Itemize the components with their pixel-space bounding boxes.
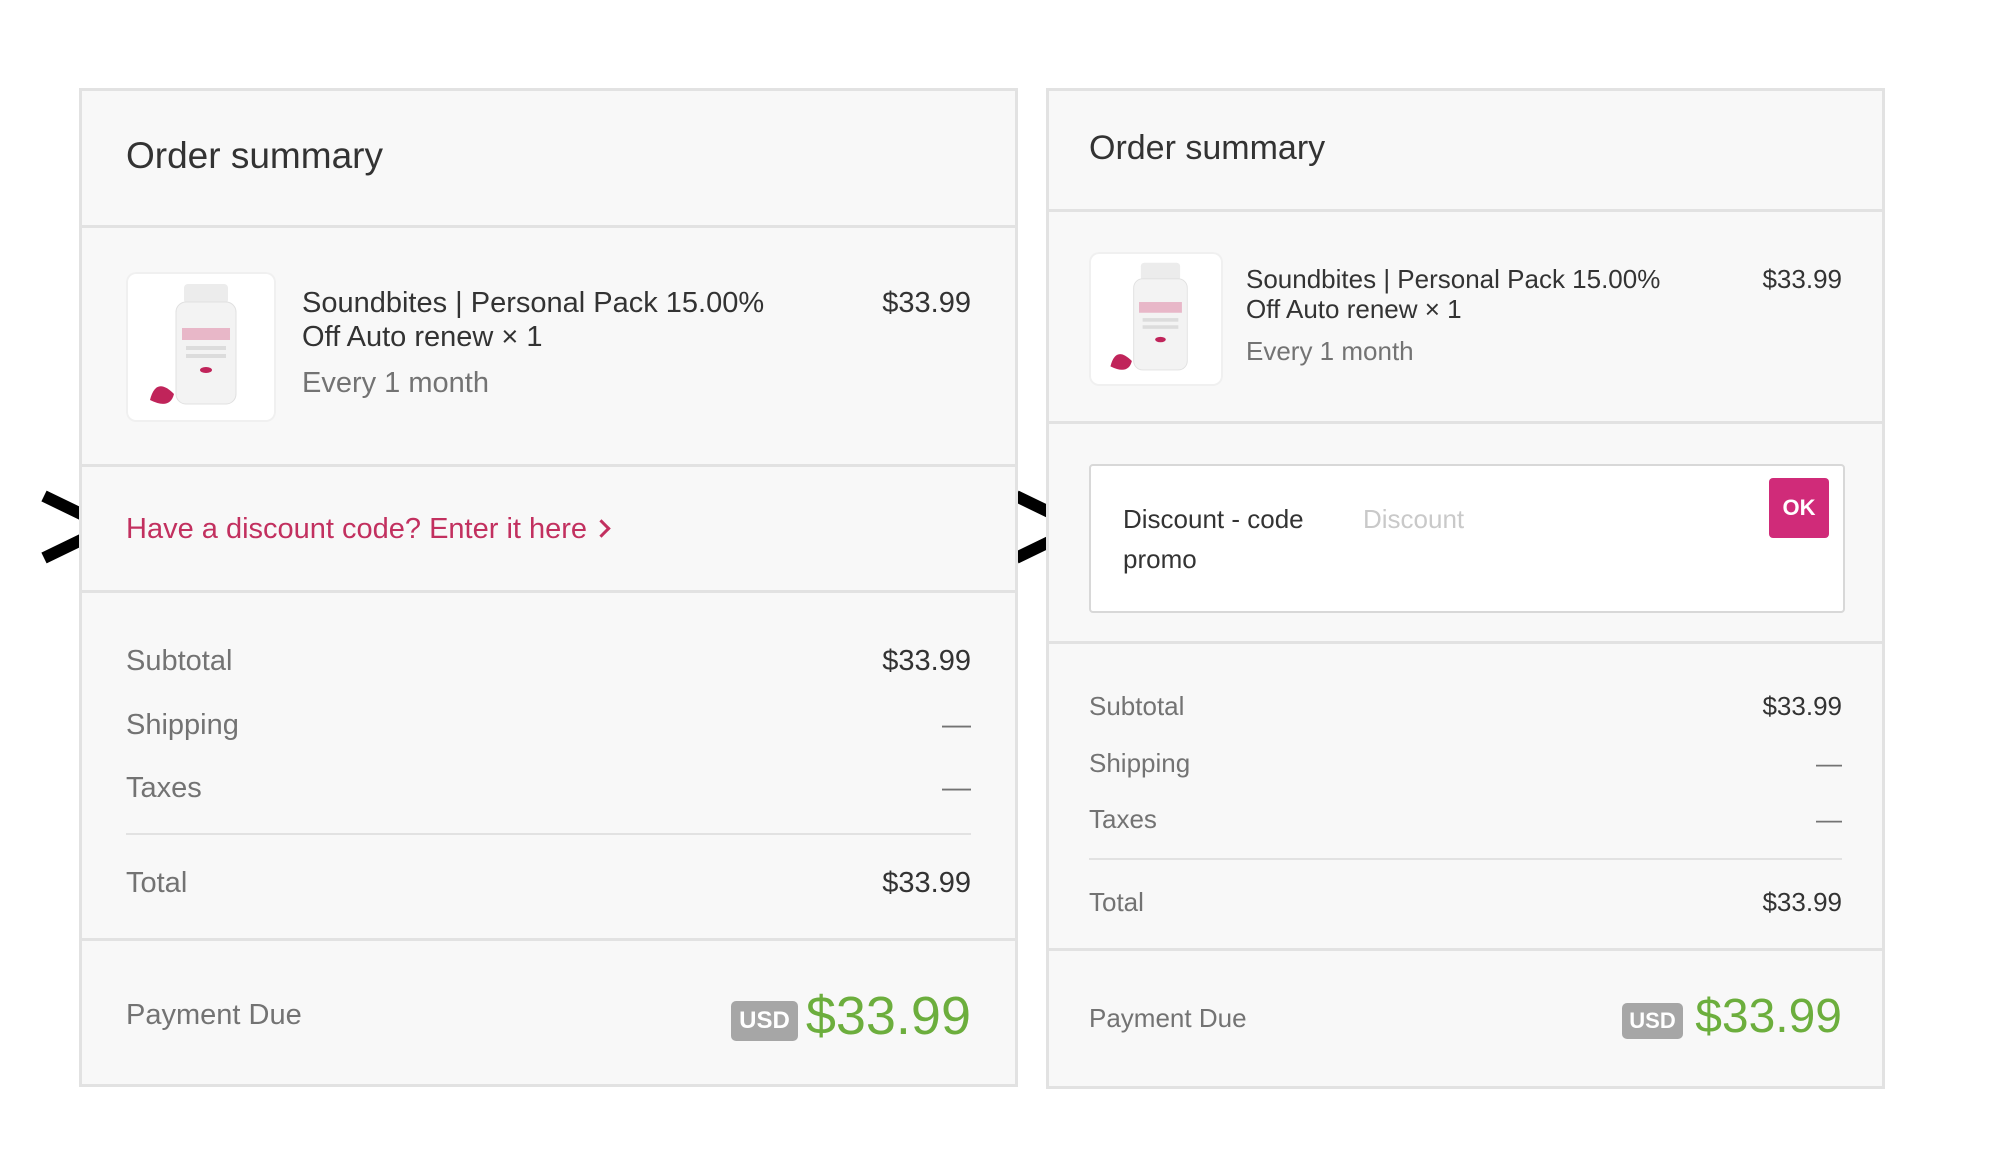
subtotal-label: Subtotal — [1089, 691, 1185, 721]
subtotal-label: Subtotal — [126, 645, 233, 677]
order-summary-panel-left: Order summary Soundbites | Personal Pack… — [79, 88, 1018, 1087]
cost-summary-section: Subtotal $33.99 Shipping — Taxes — Total… — [82, 593, 1015, 941]
discount-input[interactable]: Discount — [1363, 504, 1653, 535]
product-line-section: Soundbites | Personal Pack 15.00% Off Au… — [82, 228, 1015, 467]
payment-due-section: Payment Due USD $33.99 — [82, 941, 1015, 1087]
product-line-section: Soundbites | Personal Pack 15.00% Off Au… — [1049, 212, 1882, 424]
taxes-value: — — [1816, 804, 1842, 834]
taxes-value: — — [942, 772, 971, 804]
page-title: Order summary — [126, 135, 383, 176]
total-value: $33.99 — [1762, 887, 1842, 917]
order-summary-header: Order summary — [82, 91, 1015, 228]
discount-section: Have a discount code? Enter it here — [82, 467, 1015, 593]
payment-due-label: Payment Due — [1089, 1003, 1247, 1033]
shipping-label: Shipping — [126, 709, 239, 741]
currency-badge: USD — [1622, 1003, 1683, 1039]
payment-due-amount: $33.99 — [805, 986, 971, 1046]
discount-code-link[interactable]: Have a discount code? Enter it here — [126, 513, 611, 546]
product-name-line1: Soundbites | Personal Pack 15.00% — [1246, 264, 1661, 294]
payment-due-section: Payment Due USD $33.99 — [1049, 951, 1882, 1089]
discount-form: Discount - code promo Discount OK — [1089, 464, 1845, 613]
product-thumbnail — [126, 272, 276, 422]
total-value: $33.99 — [882, 867, 971, 899]
product-price: $33.99 — [882, 287, 971, 319]
order-summary-panel-right: Order summary Soundbites | Personal Pack… — [1046, 88, 1885, 1089]
discount-label-line1: Discount - code — [1123, 504, 1304, 534]
product-bottle-image — [1110, 262, 1188, 371]
subtotal-value: $33.99 — [882, 645, 971, 677]
taxes-label: Taxes — [126, 772, 202, 804]
shipping-value: — — [1816, 748, 1842, 778]
total-label: Total — [1089, 887, 1144, 917]
chevron-right-icon — [592, 519, 611, 538]
payment-due-label: Payment Due — [126, 999, 302, 1031]
discount-label-line2: promo — [1123, 544, 1197, 574]
subtotal-value: $33.99 — [1762, 691, 1842, 721]
product-frequency: Every 1 month — [1246, 336, 1414, 366]
product-bottle-image — [150, 284, 237, 405]
taxes-label: Taxes — [1089, 804, 1157, 834]
product-price: $33.99 — [1762, 264, 1842, 294]
summary-divider — [126, 833, 971, 835]
payment-due-amount: $33.99 — [1695, 990, 1842, 1043]
product-frequency: Every 1 month — [302, 367, 489, 399]
order-summary-header: Order summary — [1049, 91, 1882, 212]
currency-badge: USD — [731, 1001, 798, 1041]
cost-summary-section: Subtotal $33.99 Shipping — Taxes — Total… — [1049, 644, 1882, 951]
discount-link-text: Have a discount code? Enter it here — [126, 513, 588, 545]
apply-discount-button[interactable]: OK — [1769, 478, 1829, 538]
product-name-line2: Off Auto renew × 1 — [302, 321, 543, 353]
total-label: Total — [126, 867, 188, 899]
shipping-label: Shipping — [1089, 748, 1191, 778]
page-title: Order summary — [1089, 129, 1326, 167]
product-name-line1: Soundbites | Personal Pack 15.00% — [302, 287, 765, 319]
product-thumbnail — [1089, 252, 1223, 386]
product-name-line2: Off Auto renew × 1 — [1246, 294, 1462, 324]
shipping-value: — — [942, 709, 971, 741]
summary-divider — [1089, 858, 1842, 860]
discount-section: Discount - code promo Discount OK — [1049, 424, 1882, 644]
